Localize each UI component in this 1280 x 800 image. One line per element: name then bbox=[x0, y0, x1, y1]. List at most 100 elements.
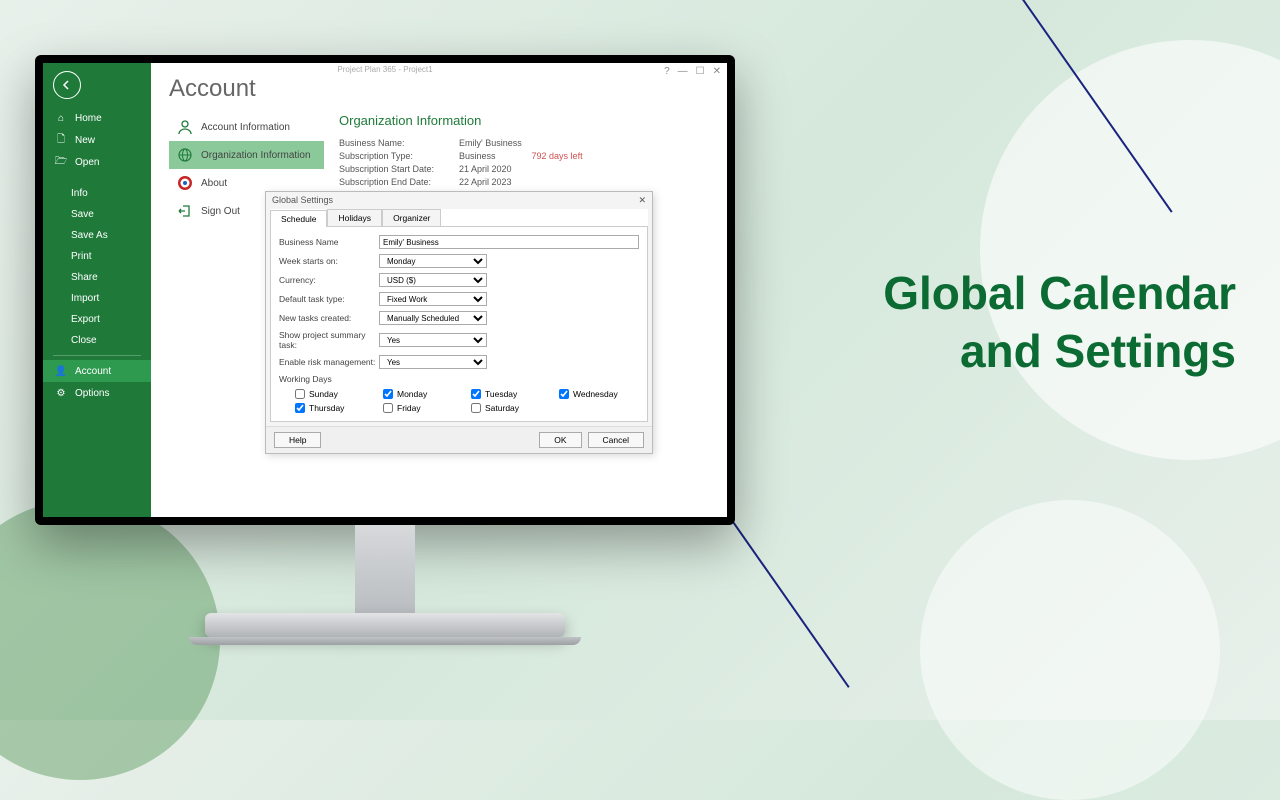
page-title: Account bbox=[169, 75, 709, 103]
sidebar-item-print[interactable]: Print bbox=[43, 246, 151, 267]
org-value: 22 April 2023 bbox=[459, 177, 512, 187]
acct-label: Account Information bbox=[201, 122, 290, 133]
field-label: New tasks created: bbox=[279, 313, 379, 323]
nav-label: Account bbox=[75, 366, 111, 377]
nav-label: Import bbox=[71, 293, 99, 304]
sidebar-item-account[interactable]: 👤 Account bbox=[43, 360, 151, 382]
sidebar-item-share[interactable]: Share bbox=[43, 267, 151, 288]
global-settings-dialog: Global Settings ✕ Schedule Holidays Orga… bbox=[265, 191, 653, 454]
chk-tuesday[interactable]: Tuesday bbox=[471, 389, 551, 399]
field-label: Default task type: bbox=[279, 294, 379, 304]
default-task-type-select[interactable]: Fixed Work bbox=[379, 292, 487, 306]
help-button[interactable]: Help bbox=[274, 432, 321, 448]
nav-label: Open bbox=[75, 157, 99, 168]
signout-icon bbox=[177, 203, 193, 219]
chk-friday-input[interactable] bbox=[383, 403, 393, 413]
nav-label: Options bbox=[75, 388, 109, 399]
sidebar-item-import[interactable]: Import bbox=[43, 288, 151, 309]
sidebar-item-new[interactable]: 🗋New bbox=[43, 129, 151, 151]
sidebar-item-export[interactable]: Export bbox=[43, 309, 151, 330]
week-starts-select[interactable]: Monday bbox=[379, 254, 487, 268]
chk-thursday[interactable]: Thursday bbox=[295, 403, 375, 413]
sidebar: ⌂Home 🗋New 🗁Open Info Save Save As Print… bbox=[43, 63, 151, 517]
back-button[interactable] bbox=[53, 71, 81, 99]
field-show-summary: Show project summary task:Yes bbox=[279, 330, 639, 350]
hero-line2: and Settings bbox=[883, 323, 1236, 381]
sidebar-item-save[interactable]: Save bbox=[43, 204, 151, 225]
chk-label: Wednesday bbox=[573, 389, 618, 399]
business-name-input[interactable] bbox=[379, 235, 639, 249]
bg-circle bbox=[920, 500, 1220, 800]
chk-wednesday-input[interactable] bbox=[559, 389, 569, 399]
chk-tuesday-input[interactable] bbox=[471, 389, 481, 399]
monitor-stand-neck bbox=[355, 525, 415, 617]
sidebar-item-open[interactable]: 🗁Open bbox=[43, 151, 151, 173]
chk-monday[interactable]: Monday bbox=[383, 389, 463, 399]
field-risk-mgmt: Enable risk management:Yes bbox=[279, 355, 639, 369]
nav-label: New bbox=[75, 135, 95, 146]
acct-label: About bbox=[201, 178, 227, 189]
working-days-grid: Sunday Monday Tuesday Wednesday Thursday… bbox=[279, 389, 639, 413]
tab-organizer[interactable]: Organizer bbox=[382, 209, 441, 226]
dialog-close-button[interactable]: ✕ bbox=[638, 195, 646, 206]
acct-item-info[interactable]: Account Information bbox=[169, 113, 324, 141]
chk-wednesday[interactable]: Wednesday bbox=[559, 389, 639, 399]
chk-monday-input[interactable] bbox=[383, 389, 393, 399]
chk-label: Saturday bbox=[485, 403, 519, 413]
field-new-tasks: New tasks created:Manually Scheduled bbox=[279, 311, 639, 325]
globe-icon bbox=[177, 147, 193, 163]
org-row-bn: Business Name:Emily' Business bbox=[339, 138, 709, 148]
chk-saturday-input[interactable] bbox=[471, 403, 481, 413]
ok-button[interactable]: OK bbox=[539, 432, 581, 448]
sidebar-item-home[interactable]: ⌂Home bbox=[43, 107, 151, 129]
tab-schedule[interactable]: Schedule bbox=[270, 210, 327, 227]
app-screen: Project Plan 365 - Project1 ? — ☐ ✕ ⌂Hom… bbox=[43, 63, 727, 517]
chk-friday[interactable]: Friday bbox=[383, 403, 463, 413]
chk-label: Friday bbox=[397, 403, 421, 413]
field-label: Enable risk management: bbox=[279, 357, 379, 367]
chk-label: Tuesday bbox=[485, 389, 517, 399]
sidebar-item-saveas[interactable]: Save As bbox=[43, 225, 151, 246]
acct-item-org[interactable]: Organization Information bbox=[169, 141, 324, 169]
chk-sunday-input[interactable] bbox=[295, 389, 305, 399]
chk-label: Sunday bbox=[309, 389, 338, 399]
org-info-panel: Organization Information Business Name:E… bbox=[339, 113, 709, 187]
nav-label: Save bbox=[71, 209, 94, 220]
risk-mgmt-select[interactable]: Yes bbox=[379, 355, 487, 369]
cancel-button[interactable]: Cancel bbox=[588, 432, 644, 448]
org-row-ssd: Subscription Start Date:21 April 2020 bbox=[339, 164, 709, 174]
nav-label: Close bbox=[71, 335, 97, 346]
show-summary-select[interactable]: Yes bbox=[379, 333, 487, 347]
chk-saturday[interactable]: Saturday bbox=[471, 403, 551, 413]
nav-label: Info bbox=[71, 188, 88, 199]
field-label: Business Name bbox=[279, 237, 379, 247]
chk-sunday[interactable]: Sunday bbox=[295, 389, 375, 399]
working-days-label: Working Days bbox=[279, 374, 639, 384]
org-value: Emily' Business bbox=[459, 138, 522, 148]
home-icon: ⌂ bbox=[55, 112, 67, 124]
nav-label: Export bbox=[71, 314, 100, 325]
org-info-title: Organization Information bbox=[339, 113, 709, 128]
field-label: Show project summary task: bbox=[279, 330, 379, 350]
tab-holidays[interactable]: Holidays bbox=[327, 209, 382, 226]
sidebar-item-close[interactable]: Close bbox=[43, 330, 151, 351]
nav-label: Save As bbox=[71, 230, 108, 241]
hero-title: Global Calendar and Settings bbox=[883, 265, 1236, 380]
sidebar-item-info[interactable]: Info bbox=[43, 183, 151, 204]
currency-select[interactable]: USD ($) bbox=[379, 273, 487, 287]
dialog-tabs: Schedule Holidays Organizer bbox=[270, 209, 648, 227]
field-business-name: Business Name bbox=[279, 235, 639, 249]
dialog-body: Business Name Week starts on:Monday Curr… bbox=[270, 227, 648, 422]
sidebar-item-options[interactable]: ⚙ Options bbox=[43, 382, 151, 404]
nav-separator bbox=[53, 355, 141, 356]
new-tasks-select[interactable]: Manually Scheduled bbox=[379, 311, 487, 325]
chk-label: Thursday bbox=[309, 403, 344, 413]
org-value: 21 April 2020 bbox=[459, 164, 512, 174]
gear-icon: ⚙ bbox=[55, 387, 67, 399]
org-label: Subscription Type: bbox=[339, 151, 459, 161]
chk-thursday-input[interactable] bbox=[295, 403, 305, 413]
user-icon: 👤 bbox=[55, 365, 67, 377]
monitor-bezel: Project Plan 365 - Project1 ? — ☐ ✕ ⌂Hom… bbox=[35, 55, 735, 525]
nav-label: Share bbox=[71, 272, 98, 283]
days-left: 792 days left bbox=[532, 151, 583, 161]
